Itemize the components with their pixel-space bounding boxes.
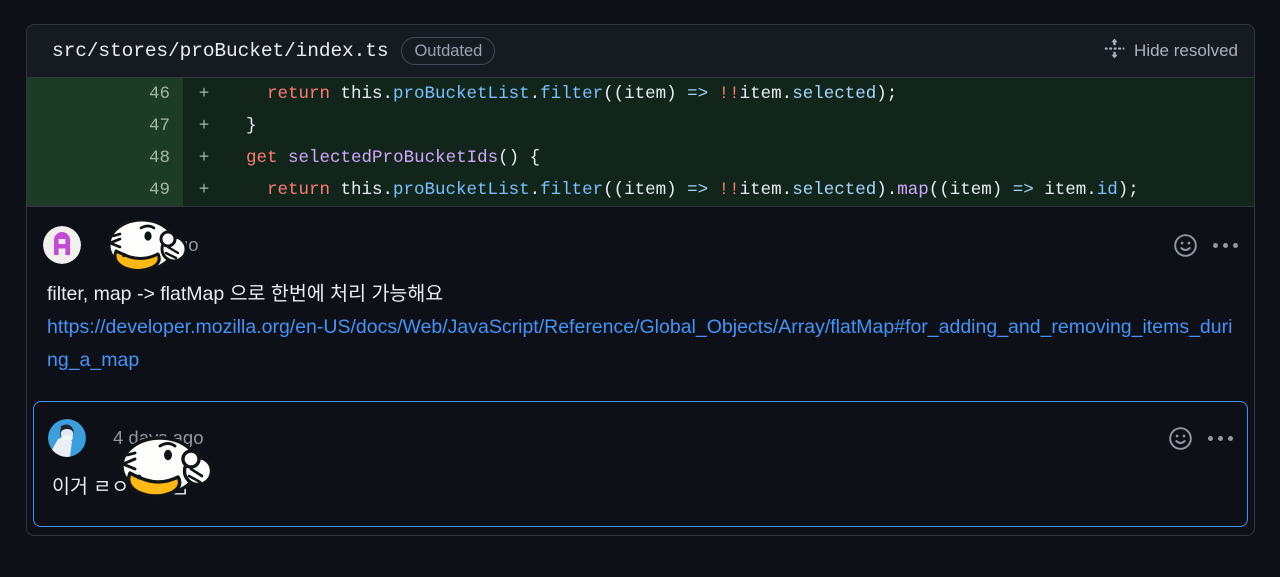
code-token: item.: [1033, 180, 1097, 200]
diff-line-code: return this.proBucketList.filter((item) …: [221, 78, 1254, 110]
diff-code-block: 46 + return this.proBucketList.filter((it…: [27, 78, 1254, 207]
diff-line-code: }: [221, 110, 1254, 142]
smiley-icon[interactable]: [1166, 424, 1194, 452]
fold-icon: [1104, 38, 1125, 64]
kebab-menu-icon[interactable]: [1213, 242, 1238, 248]
code-token: item.: [739, 84, 793, 104]
code-token: this.: [330, 84, 394, 104]
comment-timestamp[interactable]: 4 days ago: [113, 427, 204, 449]
code-token: this.: [330, 180, 394, 200]
code-token: item.: [739, 180, 793, 200]
comment-1: 4 days ago filter, map -> flatMap 으로 한번에 …: [27, 207, 1254, 395]
comment-link-paragraph: https://developer.mozilla.org/en-US/docs…: [43, 311, 1238, 377]
code-token: .: [529, 180, 541, 200]
comment-body: 이거 ㄹㅇ 개꿀임: [48, 471, 1233, 504]
code-token: selectedProBucketIds: [288, 148, 499, 168]
diff-line-number: 47: [27, 110, 183, 142]
code-token: selected: [792, 84, 877, 104]
smiley-icon[interactable]: [1171, 231, 1199, 259]
code-token: selected: [792, 180, 877, 200]
code-token: =>: [1012, 180, 1034, 200]
code-token: ).: [876, 180, 898, 200]
review-thread-card: src/stores/proBucket/index.ts Outdated H…: [26, 24, 1255, 536]
diff-line[interactable]: 48 + get selectedProBucketIds() {: [27, 142, 1254, 174]
diff-line-marker: +: [183, 174, 221, 206]
diff-line[interactable]: 46 + return this.proBucketList.filter((it…: [27, 78, 1254, 110]
code-token: filter: [540, 180, 604, 200]
comment-actions: [1171, 231, 1238, 259]
code-token: filter: [540, 84, 604, 104]
avatar[interactable]: [43, 226, 81, 264]
diff-line-number: 46: [27, 78, 183, 110]
comment-body: filter, map -> flatMap 으로 한번에 처리 가능해요 htt…: [43, 278, 1238, 377]
diff-line-marker: +: [183, 142, 221, 174]
diff-line-marker: +: [183, 78, 221, 110]
code-token: =>: [687, 84, 709, 104]
comment-thread: 4 days ago filter, map -> flatMap 으로 한번에 …: [27, 207, 1254, 527]
comment-header: 4 days ago: [48, 416, 1233, 460]
code-token: =>: [687, 180, 709, 200]
diff-line[interactable]: 49 + return this.proBucketList.filter((it…: [27, 174, 1254, 206]
comment-byline: 4 days ago: [100, 234, 199, 256]
file-header: src/stores/proBucket/index.ts Outdated H…: [27, 25, 1254, 78]
screenshot-root: src/stores/proBucket/index.ts Outdated H…: [0, 0, 1280, 577]
code-token: id: [1096, 180, 1118, 200]
diff-line-code: get selectedProBucketIds() {: [221, 142, 1254, 174]
kebab-menu-icon[interactable]: [1208, 435, 1233, 441]
code-token: ((item): [928, 180, 1013, 200]
code-token: return: [267, 180, 331, 200]
outdated-badge: Outdated: [401, 37, 496, 65]
code-token: get: [246, 148, 278, 168]
comment-text: 이거 ㄹㅇ 개꿀임: [52, 476, 189, 498]
comment-2: 4 days ago 이거 ㄹㅇ 개꿀임: [33, 401, 1248, 527]
comment-timestamp[interactable]: 4 days ago: [108, 234, 199, 256]
code-token: );: [876, 84, 898, 104]
comment-link[interactable]: https://developer.mozilla.org/en-US/docs…: [47, 316, 1232, 371]
code-token: proBucketList: [393, 180, 530, 200]
comment-actions: [1166, 424, 1233, 452]
letter-avatar-icon: [43, 226, 81, 264]
comment-byline: 4 days ago: [105, 427, 204, 449]
code-token: ((item): [603, 84, 688, 104]
comment-header: 4 days ago: [43, 223, 1238, 267]
code-token: !!: [718, 84, 740, 104]
code-token: () {: [498, 148, 541, 168]
avatar[interactable]: [48, 419, 86, 457]
photo-avatar-icon: [48, 419, 86, 457]
hide-resolved-label: Hide resolved: [1134, 41, 1238, 60]
code-token: }: [225, 116, 257, 136]
diff-line-code: return this.proBucketList.filter((item) …: [221, 174, 1254, 206]
diff-line[interactable]: 47 + }: [27, 110, 1254, 142]
comment-text: filter, map -> flatMap 으로 한번에 처리 가능해요: [47, 283, 444, 305]
code-token: ((item): [603, 180, 688, 200]
code-token: proBucketList: [393, 84, 530, 104]
code-token: return: [267, 84, 331, 104]
code-token: map: [897, 180, 929, 200]
diff-line-number: 48: [27, 142, 183, 174]
code-token: !!: [718, 180, 740, 200]
file-path[interactable]: src/stores/proBucket/index.ts: [52, 40, 389, 62]
diff-line-number: 49: [27, 174, 183, 206]
diff-line-marker: +: [183, 110, 221, 142]
code-token: .: [529, 84, 541, 104]
hide-resolved-button[interactable]: Hide resolved: [1104, 38, 1238, 64]
code-token: );: [1117, 180, 1139, 200]
